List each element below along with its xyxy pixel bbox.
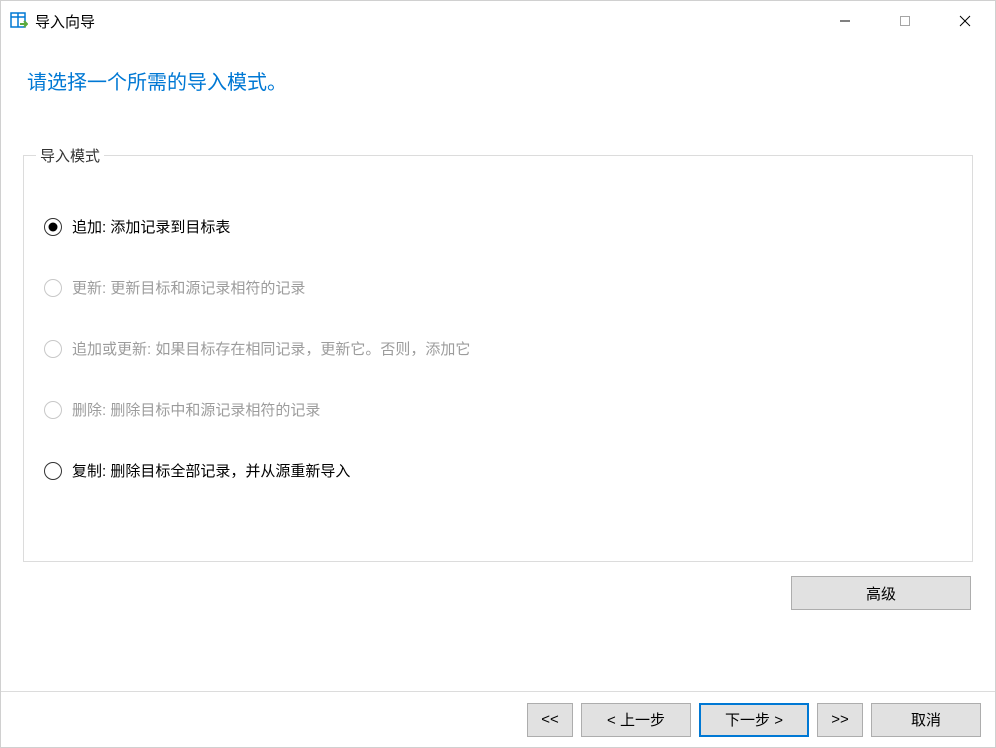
window-title: 导入向导 [35, 11, 95, 32]
window-controls [815, 1, 995, 41]
wizard-footer: << < 上一步 下一步 > >> 取消 [1, 691, 995, 747]
advanced-button[interactable]: 高级 [791, 576, 971, 610]
radio-icon [44, 340, 62, 358]
minimize-button[interactable] [815, 1, 875, 41]
radio-icon [44, 462, 62, 480]
prev-button[interactable]: < 上一步 [581, 703, 691, 737]
radio-option-delete: 删除: 删除目标中和源记录相符的记录 [44, 389, 952, 430]
import-mode-fieldset: 导入模式 追加: 添加记录到目标表 更新: 更新目标和源记录相符的记录 追加或更… [23, 155, 973, 562]
radio-option-append-or-update: 追加或更新: 如果目标存在相同记录，更新它。否则，添加它 [44, 328, 952, 369]
maximize-button [875, 1, 935, 41]
fieldset-legend: 导入模式 [36, 145, 104, 166]
radio-option-copy[interactable]: 复制: 删除目标全部记录，并从源重新导入 [44, 450, 952, 491]
app-icon [9, 11, 29, 31]
radio-icon [44, 218, 62, 236]
radio-label: 更新: 更新目标和源记录相符的记录 [72, 277, 305, 298]
titlebar: 导入向导 [1, 1, 995, 41]
advanced-row: 高级 [23, 576, 973, 610]
first-button[interactable]: << [527, 703, 573, 737]
cancel-button[interactable]: 取消 [871, 703, 981, 737]
radio-icon [44, 401, 62, 419]
close-button[interactable] [935, 1, 995, 41]
last-button[interactable]: >> [817, 703, 863, 737]
radio-label: 复制: 删除目标全部记录，并从源重新导入 [72, 460, 350, 481]
radio-label: 追加: 添加记录到目标表 [72, 216, 230, 237]
radio-label: 删除: 删除目标中和源记录相符的记录 [72, 399, 320, 420]
next-button[interactable]: 下一步 > [699, 703, 809, 737]
radio-option-update: 更新: 更新目标和源记录相符的记录 [44, 267, 952, 308]
radio-icon [44, 279, 62, 297]
radio-option-append[interactable]: 追加: 添加记录到目标表 [44, 206, 952, 247]
content-area: 请选择一个所需的导入模式。 导入模式 追加: 添加记录到目标表 更新: 更新目标… [1, 41, 995, 691]
page-heading: 请选择一个所需的导入模式。 [23, 66, 973, 95]
radio-label: 追加或更新: 如果目标存在相同记录，更新它。否则，添加它 [72, 338, 470, 359]
